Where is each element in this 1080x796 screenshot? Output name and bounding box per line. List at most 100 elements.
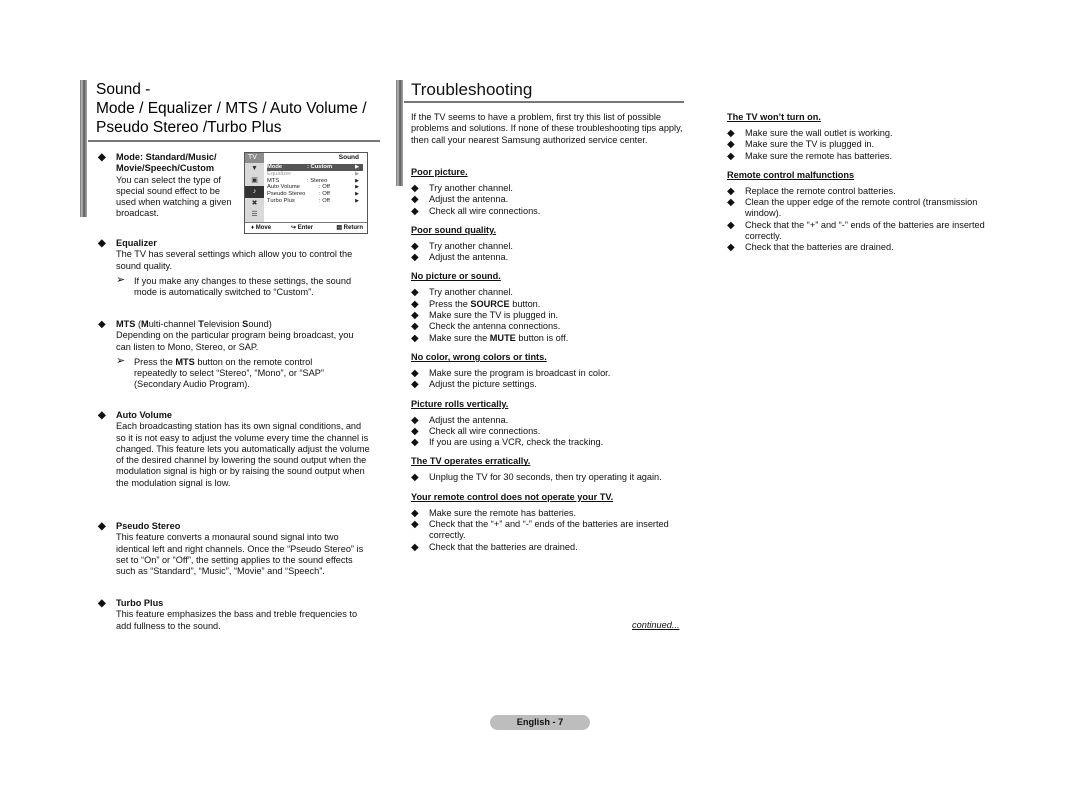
- menu-sidebar: TV ▼ ▣ ♪ ✖ ☰: [245, 153, 264, 222]
- arrow-right-icon: ▶: [355, 197, 359, 204]
- trouble-item: Adjust the antenna.: [411, 252, 696, 264]
- trouble-group: Picture rolls vertically. Adjust the ante…: [411, 398, 696, 449]
- trouble-item: Check the antenna connections.: [411, 321, 696, 333]
- troubleshooting-column-3: The TV won’t turn on. Make sure the wall …: [727, 111, 1002, 261]
- trouble-item: Try another channel.: [411, 287, 696, 299]
- menu-tv-label: TV: [245, 153, 264, 163]
- troubleshooting-intro: If the TV seems to have a problem, first…: [411, 112, 683, 145]
- setup-icon: ☰: [251, 211, 258, 218]
- trouble-group: No color, wrong colors or tints. Make sur…: [411, 351, 696, 391]
- turbo-plus-body: This feature emphasizes the bass and tre…: [116, 609, 358, 631]
- trouble-group-heading: The TV operates erratically.: [411, 456, 531, 467]
- trouble-item: Try another channel.: [411, 241, 696, 253]
- mts-body: Depending on the particular program bein…: [116, 330, 354, 352]
- return-icon: ▤: [336, 225, 342, 231]
- equalizer-body: The TV has several settings which allow …: [116, 249, 353, 271]
- trouble-group-heading: No color, wrong colors or tints.: [411, 351, 547, 362]
- trouble-item: Check that the “+” and “-” ends of the b…: [727, 220, 1002, 243]
- move-hint: ♦ Move: [251, 225, 272, 231]
- menu-footer: ♦ Move ↪ Enter ▤ Return: [245, 222, 367, 233]
- trouble-item: Press the SOURCE button.: [411, 299, 696, 311]
- section-mode: Mode: Standard/Music/Movie/Speech/Custom…: [98, 152, 243, 220]
- turbo-plus-heading: Turbo Plus: [98, 598, 370, 610]
- arrow-right-icon: ▶: [355, 184, 359, 191]
- auto-volume-heading: Auto Volume: [98, 410, 370, 422]
- move-icon: ♦: [251, 225, 255, 231]
- enter-icon: ↪: [291, 225, 297, 231]
- return-hint: ▤ Return: [336, 225, 363, 231]
- left-title-line-2: Mode / Equalizer / MTS / Auto Volume /: [96, 100, 367, 117]
- menu-row-mode: Mode: Custom ▶: [267, 164, 363, 171]
- continued-label: continued...: [632, 620, 680, 630]
- trouble-item: Unplug the TV for 30 seconds, then try o…: [411, 472, 696, 484]
- section-pseudo-stereo: Pseudo Stereo This feature converts a mo…: [98, 521, 370, 577]
- section-turbo-plus: Turbo Plus This feature emphasizes the b…: [98, 598, 370, 632]
- trouble-group-heading: Your remote control does not operate you…: [411, 491, 614, 502]
- trouble-item: Make sure the TV is plugged in.: [411, 310, 696, 322]
- page-number-badge: English - 7: [490, 715, 590, 730]
- section-mts: MTS (Multi-channel Television Sound) Dep…: [98, 319, 370, 391]
- trouble-group-heading: Picture rolls vertically.: [411, 398, 509, 409]
- trouble-item: Clean the upper edge of the remote contr…: [727, 197, 1002, 220]
- trouble-item: Check that the batteries are drained.: [411, 542, 696, 554]
- menu-row-equalizer: Equalizer ▶: [267, 170, 359, 177]
- trouble-item: Adjust the antenna.: [411, 194, 696, 206]
- trouble-group: Poor picture. Try another channel.Adjust …: [411, 166, 696, 217]
- right-title-rule: [404, 101, 684, 103]
- channel-icon: ✖: [251, 199, 258, 207]
- trouble-item: Make sure the remote has batteries.: [727, 151, 1002, 163]
- trouble-item: Check all wire connections.: [411, 426, 696, 438]
- right-title-bar: [396, 80, 403, 186]
- trouble-group-heading: Remote control malfunctions: [727, 169, 855, 180]
- section-equalizer: Equalizer The TV has several settings wh…: [98, 238, 370, 298]
- trouble-item: Make sure the MUTE button is off.: [411, 333, 696, 345]
- troubleshooting-title: Troubleshooting: [411, 80, 533, 99]
- trouble-item: Make sure the remote has batteries.: [411, 508, 696, 520]
- menu-rows: Mode: Custom ▶ Equalizer ▶ MTS: Stereo ▶ Au…: [267, 164, 363, 205]
- sound-icon: ♪: [245, 186, 264, 198]
- trouble-group: Your remote control does not operate you…: [411, 491, 696, 553]
- pseudo-stereo-body: This feature converts a monaural sound s…: [116, 532, 364, 577]
- trouble-item: Check that the batteries are drained.: [727, 242, 1002, 254]
- menu-row-turbo-plus: Turbo Plus: Off ▶: [267, 197, 359, 204]
- left-title-line-3: Pseudo Stereo /Turbo Plus: [96, 119, 282, 136]
- trouble-item: Replace the remote control batteries.: [727, 186, 1002, 198]
- trouble-group-heading: The TV won’t turn on.: [727, 112, 821, 122]
- trouble-group: No picture or sound. Try another channel.…: [411, 270, 696, 345]
- arrow-right-icon: ▶: [355, 191, 359, 198]
- menu-row-pseudo-stereo: Pseudo Stereo: Off ▶: [267, 191, 359, 198]
- trouble-item: Adjust the antenna.: [411, 415, 696, 427]
- arrow-right-icon: ▶: [355, 164, 359, 170]
- arrow-right-icon: ▶: [355, 177, 359, 184]
- trouble-item: Make sure the TV is plugged in.: [727, 139, 1002, 151]
- trouble-item: Make sure the wall outlet is working.: [727, 128, 1002, 140]
- trouble-group: The TV operates erratically. Unplug the T…: [411, 455, 696, 484]
- mode-body: You can select the type of special sound…: [116, 174, 232, 219]
- picture-icon: ▣: [251, 176, 258, 184]
- note-arrow-icon: ➢: [116, 273, 126, 286]
- equalizer-note: ➢ If you make any changes to these settin…: [116, 273, 352, 298]
- trouble-group-heading: Poor sound quality.: [411, 224, 497, 235]
- antenna-input-icon: ▼: [251, 165, 258, 172]
- auto-volume-body: Each broadcasting station has its own si…: [116, 421, 370, 488]
- left-title-line-1: Sound -: [96, 81, 151, 98]
- arrow-right-icon: ▶: [355, 170, 359, 177]
- troubleshooting-column-2: Poor picture.Try another channel.Adjust …: [411, 166, 696, 560]
- mts-heading: MTS (Multi-channel Television Sound): [98, 319, 370, 331]
- enter-hint: ↪ Enter: [291, 225, 314, 231]
- trouble-group: The TV won’t turn on. Make sure the wall …: [727, 111, 1002, 162]
- mts-note: ➢ Press the MTS button on the remote cont…: [116, 354, 324, 390]
- note-arrow-icon: ➢: [116, 354, 126, 367]
- left-title-bar: [80, 80, 87, 217]
- menu-row-mts: MTS: Stereo ▶: [267, 177, 359, 184]
- section-auto-volume: Auto Volume Each broadcasting station ha…: [98, 410, 370, 489]
- equalizer-heading: Equalizer: [98, 238, 370, 250]
- trouble-item: Check that the “+” and “-” ends of the b…: [411, 519, 696, 542]
- left-title-rule: [88, 140, 380, 142]
- trouble-group: Poor sound quality. Try another channel.A…: [411, 224, 696, 264]
- trouble-group-heading: Poor picture.: [411, 167, 468, 177]
- trouble-item: If you are using a VCR, check the tracki…: [411, 437, 696, 449]
- trouble-item: Adjust the picture settings.: [411, 379, 696, 391]
- pseudo-stereo-heading: Pseudo Stereo: [98, 521, 370, 533]
- menu-row-auto-volume: Auto Volume: Off ▶: [267, 184, 359, 191]
